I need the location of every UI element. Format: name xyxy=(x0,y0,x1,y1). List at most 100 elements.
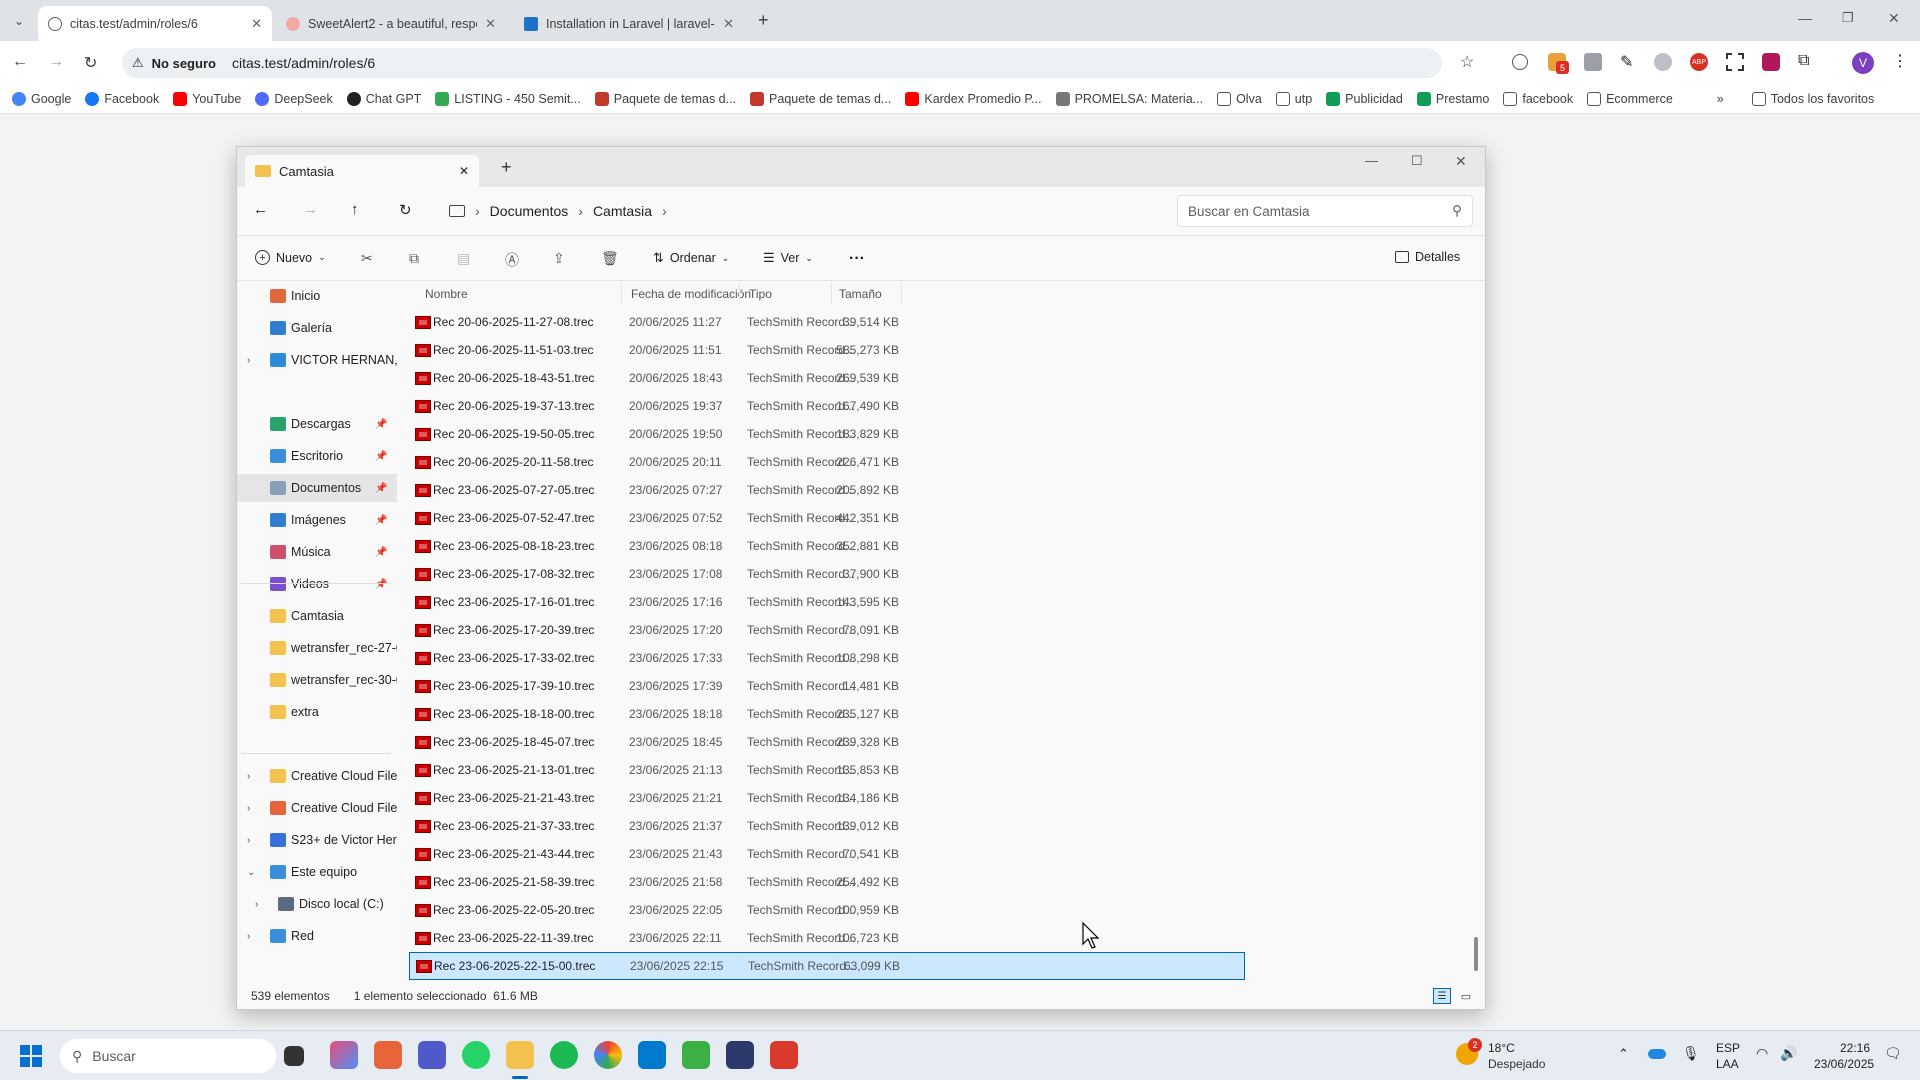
pin-icon[interactable]: 📌 xyxy=(375,451,387,462)
file-explorer-icon[interactable] xyxy=(506,1041,534,1069)
file-row[interactable]: Rec 23-06-2025-17-20-39.trec 23/06/2025 1… xyxy=(409,616,1245,644)
column-separator[interactable] xyxy=(831,282,832,304)
paste-button[interactable]: ▤ xyxy=(457,250,470,267)
windows-start-icon[interactable] xyxy=(20,1045,42,1067)
wifi-icon[interactable]: ◠ xyxy=(1756,1045,1768,1062)
file-row[interactable]: Rec 23-06-2025-22-11-39.trec 23/06/2025 2… xyxy=(409,924,1245,952)
browser-tab[interactable]: SweetAlert2 - a beautiful, respo ✕ xyxy=(276,6,506,41)
bookmark-item[interactable]: DeepSeek xyxy=(255,91,333,106)
terminal-icon[interactable] xyxy=(726,1041,754,1069)
sidebar-item[interactable]: › Disco local (C:) xyxy=(237,890,397,918)
chevron-down-icon[interactable]: ⌄ xyxy=(247,867,255,878)
address-bar[interactable]: › Documentos › Camtasia › xyxy=(449,195,1163,227)
extension-icon[interactable] xyxy=(1654,53,1672,71)
close-tab-icon[interactable]: ✕ xyxy=(485,16,496,32)
pin-icon[interactable]: 📌 xyxy=(375,483,387,494)
column-size[interactable]: Tamaño xyxy=(839,287,882,301)
back-icon[interactable]: ← xyxy=(253,201,268,218)
pin-icon[interactable]: 📌 xyxy=(375,515,387,526)
file-row[interactable]: Rec 23-06-2025-17-33-02.trec 23/06/2025 1… xyxy=(409,644,1245,672)
file-row[interactable]: Rec 20-06-2025-11-51-03.trec 20/06/2025 1… xyxy=(409,336,1245,364)
bookmark-folder[interactable]: Ecommerce xyxy=(1587,91,1673,106)
adblock-icon[interactable]: ABP xyxy=(1690,53,1708,71)
url-text[interactable]: citas.test/admin/roles/6 xyxy=(232,55,375,71)
bookmark-item[interactable]: PROMELSA: Materia... xyxy=(1055,91,1203,106)
file-row[interactable]: Rec 23-06-2025-18-45-07.trec 23/06/2025 1… xyxy=(409,728,1245,756)
up-icon[interactable]: ↑ xyxy=(351,201,359,218)
sidebar-item[interactable]: Galería xyxy=(237,314,397,342)
maximize-icon[interactable]: ☐ xyxy=(1411,153,1423,169)
sort-button[interactable]: ⇅ Ordenar ⌄ xyxy=(653,250,729,266)
close-window-icon[interactable]: ✕ xyxy=(1888,10,1900,27)
close-tab-icon[interactable]: ✕ xyxy=(251,16,262,32)
bookmark-folder[interactable]: utp xyxy=(1275,91,1312,106)
profile-avatar[interactable]: V xyxy=(1852,52,1874,74)
column-separator[interactable] xyxy=(621,282,622,304)
bookmark-item[interactable]: Publicidad xyxy=(1326,91,1403,106)
scrollbar-thumb[interactable] xyxy=(1474,937,1478,971)
search-box[interactable]: Buscar en Camtasia ⚲ xyxy=(1177,195,1473,227)
all-bookmarks-folder[interactable]: Todos los favoritos xyxy=(1751,91,1874,106)
sidebar-item[interactable]: Música 📌 xyxy=(237,538,397,566)
whatsapp-icon[interactable] xyxy=(462,1041,490,1069)
bookmark-folder[interactable]: facebook xyxy=(1503,91,1573,106)
keyboard-layout[interactable]: LAA xyxy=(1716,1057,1739,1071)
details-view-icon[interactable]: ☰ xyxy=(1433,988,1451,1004)
file-row[interactable]: Rec 20-06-2025-19-37-13.trec 20/06/2025 1… xyxy=(409,392,1245,420)
column-name[interactable]: Nombre xyxy=(425,287,468,301)
more-menu-icon[interactable]: ⋮ xyxy=(1892,51,1908,71)
column-separator[interactable] xyxy=(901,282,902,304)
file-row[interactable]: Rec 20-06-2025-20-11-58.trec 20/06/2025 2… xyxy=(409,448,1245,476)
sidebar-item[interactable]: ⌄ Este equipo xyxy=(237,858,397,886)
bookmark-folder[interactable]: Olva xyxy=(1217,91,1262,106)
forward-icon[interactable]: → xyxy=(303,201,318,218)
chevron-right-icon[interactable]: › xyxy=(247,771,250,782)
teams-icon[interactable] xyxy=(418,1041,446,1069)
file-row[interactable]: Rec 23-06-2025-17-39-10.trec 23/06/2025 1… xyxy=(409,672,1245,700)
breadcrumb-item[interactable]: Documentos xyxy=(490,203,569,219)
forward-icon[interactable]: → xyxy=(48,53,64,71)
minimize-icon[interactable]: — xyxy=(1365,153,1378,168)
explorer-tab[interactable]: Camtasia ✕ xyxy=(245,155,479,187)
column-date[interactable]: Fecha de modificación xyxy=(631,287,751,301)
bookmark-item[interactable]: LISTING - 450 Semit... xyxy=(435,91,581,106)
file-row[interactable]: Rec 23-06-2025-22-05-20.trec 23/06/2025 2… xyxy=(409,896,1245,924)
sidebar-item[interactable]: wetransfer_rec-30-0 xyxy=(237,666,397,694)
copilot-icon[interactable] xyxy=(330,1041,358,1069)
camtasia-icon[interactable] xyxy=(682,1041,710,1069)
bookmark-item[interactable]: YouTube xyxy=(173,91,241,106)
ublock-icon[interactable] xyxy=(1762,53,1780,71)
breadcrumb-item[interactable]: Camtasia xyxy=(593,203,652,219)
language-code[interactable]: ESP xyxy=(1716,1041,1740,1055)
file-row[interactable]: Rec 23-06-2025-21-13-01.trec 23/06/2025 2… xyxy=(409,756,1245,784)
bookmark-item[interactable]: Kardex Promedio P... xyxy=(905,91,1042,106)
sidebar-item[interactable]: › S23+ de Victor Hern xyxy=(237,826,397,854)
sidebar-item[interactable]: Descargas 📌 xyxy=(237,410,397,438)
file-row[interactable]: Rec 23-06-2025-07-27-05.trec 23/06/2025 0… xyxy=(409,476,1245,504)
sidebar-item[interactable]: Documentos 📌 xyxy=(237,474,397,502)
rename-button[interactable]: Ⓐ xyxy=(505,250,519,270)
bookmark-item[interactable]: Facebook xyxy=(85,91,159,106)
chevron-right-icon[interactable]: › xyxy=(247,835,250,846)
chevron-up-icon[interactable]: ⌃ xyxy=(1618,1046,1629,1062)
bookmark-item[interactable]: Prestamo xyxy=(1416,91,1489,106)
weather-desc[interactable]: Despejado xyxy=(1488,1057,1545,1071)
new-button[interactable]: + Nuevo ⌄ xyxy=(255,250,326,265)
refresh-icon[interactable]: ↻ xyxy=(399,201,412,219)
new-tab-icon[interactable]: + xyxy=(758,10,769,31)
notification-icon[interactable]: 🗨 xyxy=(1884,1045,1902,1062)
close-window-icon[interactable]: ✕ xyxy=(1455,153,1467,170)
sidebar-item[interactable]: Camtasia xyxy=(237,602,397,630)
extension-icon[interactable] xyxy=(1512,54,1528,70)
qr-code-icon[interactable] xyxy=(1726,53,1744,71)
pin-icon[interactable]: 📌 xyxy=(375,419,387,430)
close-tab-icon[interactable]: ✕ xyxy=(459,164,469,178)
restore-icon[interactable]: ❐ xyxy=(1842,10,1854,26)
new-tab-icon[interactable]: + xyxy=(501,157,512,178)
file-row[interactable]: Rec 20-06-2025-19-50-05.trec 20/06/2025 1… xyxy=(409,420,1245,448)
cut-button[interactable]: ✂ xyxy=(361,250,373,267)
extensions-puzzle-icon[interactable]: ⧉ xyxy=(1798,52,1809,70)
browser-tab-active[interactable]: citas.test/admin/roles/6 ✕ xyxy=(38,6,272,41)
bookmark-item[interactable]: Paquete de temas d... xyxy=(594,91,736,106)
sidebar-item[interactable]: › VICTOR HERNAN, L xyxy=(237,346,397,374)
